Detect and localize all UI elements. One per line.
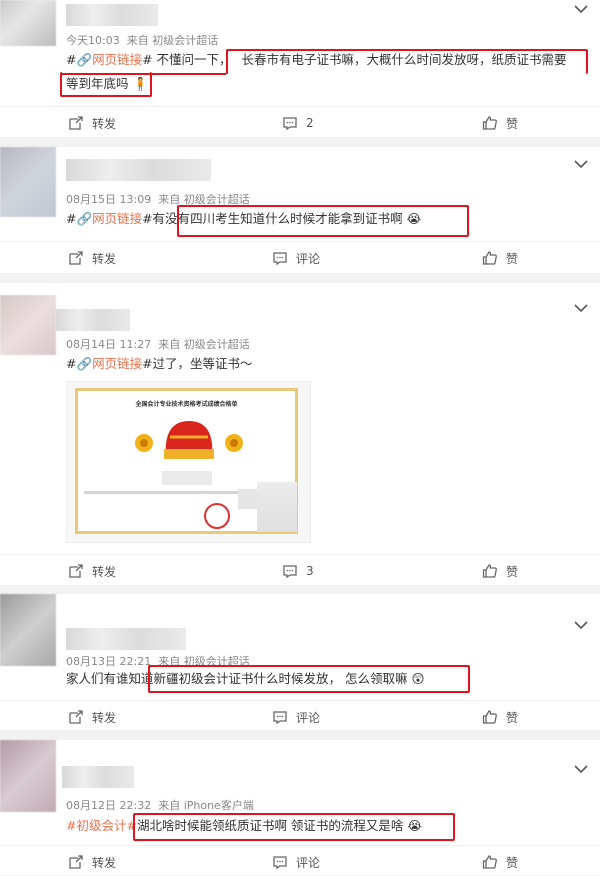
action-bar: 转发 3 赞 [0, 554, 600, 585]
highlight-box [226, 49, 588, 74]
repost-icon [69, 116, 83, 130]
thumbs-up-icon [482, 116, 497, 130]
link-icon: 🔗 [76, 52, 93, 67]
highlight-box [177, 205, 469, 237]
certificate-seal [204, 503, 230, 529]
repost-icon [69, 251, 83, 265]
post-1: 今天10:03 来自 初级会计超话 #🔗网页链接# 不懂问一下， 长春市有电子证… [0, 0, 600, 137]
action-bar: 转发 2 赞 [0, 106, 600, 137]
like-button[interactable]: 赞 [482, 852, 518, 872]
comment-button[interactable]: 评论 [272, 707, 320, 727]
repost-icon [69, 564, 83, 578]
chevron-down-icon[interactable] [574, 620, 588, 630]
comment-button[interactable]: 评论 [272, 248, 320, 268]
username-redacted[interactable] [56, 309, 130, 331]
action-bar: 转发 评论 赞 [0, 845, 600, 876]
repost-icon [69, 710, 83, 724]
post-2: 08月15日 13:09 来自 初级会计超话 #🔗网页链接#有没有四川考生知道什… [0, 147, 600, 273]
comment-icon [273, 711, 287, 725]
username-redacted[interactable] [66, 159, 211, 181]
certificate-text-blur [162, 471, 212, 485]
avatar[interactable] [0, 147, 56, 217]
action-bar: 转发 评论 赞 [0, 241, 600, 272]
comment-icon [273, 252, 287, 266]
repost-button[interactable]: 转发 [68, 707, 116, 727]
web-link[interactable]: 网页链接 [92, 356, 142, 371]
repost-button[interactable]: 转发 [68, 852, 116, 872]
chevron-down-icon[interactable] [574, 4, 588, 14]
post-3: 08月14日 11:27 来自 初级会计超话 #🔗网页链接#过了，坐等证书～ 全… [0, 283, 600, 585]
topic-tag[interactable]: #初级会计# [66, 818, 137, 833]
avatar[interactable] [0, 740, 56, 812]
web-link[interactable]: 网页链接 [92, 52, 142, 67]
comment-button[interactable]: 评论 [272, 852, 320, 872]
comment-icon [273, 856, 287, 870]
like-button[interactable]: 赞 [482, 113, 518, 133]
username-redacted[interactable] [66, 4, 158, 26]
like-button[interactable]: 赞 [482, 707, 518, 727]
like-button[interactable]: 赞 [482, 561, 518, 581]
link-icon: 🔗 [76, 211, 93, 226]
thumbs-up-icon [482, 855, 497, 869]
like-button[interactable]: 赞 [482, 248, 518, 268]
post-meta: 08月12日 22:32 来自 iPhone客户端 [66, 799, 254, 812]
highlight-box-join [60, 73, 226, 75]
link-icon: 🔗 [76, 356, 93, 371]
chevron-down-icon[interactable] [574, 159, 588, 169]
repost-button[interactable]: 转发 [68, 113, 116, 133]
post-4: 08月13日 22:21 来自 初级会计超话 家人们有谁知道新疆初级会计证书什么… [0, 594, 600, 730]
thumbs-up-icon [482, 564, 497, 578]
certificate-text-line [84, 491, 264, 494]
highlight-box [133, 813, 455, 841]
repost-button[interactable]: 转发 [68, 248, 116, 268]
username-redacted[interactable] [62, 766, 134, 788]
emblem-icon [135, 421, 243, 459]
certificate-title: 全国会计专业技术资格考试成绩合格单 [135, 401, 238, 408]
highlight-box [60, 72, 152, 97]
chevron-down-icon[interactable] [574, 764, 588, 774]
avatar[interactable] [0, 0, 56, 46]
thumbs-up-icon [482, 710, 497, 724]
comment-button[interactable]: 2 [282, 113, 314, 133]
comment-icon [283, 117, 297, 131]
username-redacted[interactable] [66, 628, 186, 650]
certificate-image[interactable]: 全国会计专业技术资格考试成绩合格单 [66, 381, 311, 543]
avatar[interactable] [0, 295, 56, 355]
comment-button[interactable]: 3 [282, 561, 314, 581]
highlight-box [148, 665, 470, 693]
chevron-down-icon[interactable] [574, 303, 588, 313]
post-text: #🔗网页链接#过了，坐等证书～ [66, 356, 253, 371]
post-meta: 今天10:03 来自 初级会计超话 [66, 34, 219, 47]
post-5: 08月12日 22:32 来自 iPhone客户端 #初级会计#湖北啥时候能领纸… [0, 740, 600, 875]
post-meta: 08月14日 11:27 来自 初级会计超话 [66, 338, 250, 351]
thumbs-up-icon [482, 251, 497, 265]
web-link[interactable]: 网页链接 [92, 211, 142, 226]
repost-icon [69, 855, 83, 869]
repost-button[interactable]: 转发 [68, 561, 116, 581]
cert-side-blur [257, 482, 297, 532]
avatar[interactable] [0, 594, 56, 666]
action-bar: 转发 评论 赞 [0, 700, 600, 731]
comment-icon [283, 565, 297, 579]
